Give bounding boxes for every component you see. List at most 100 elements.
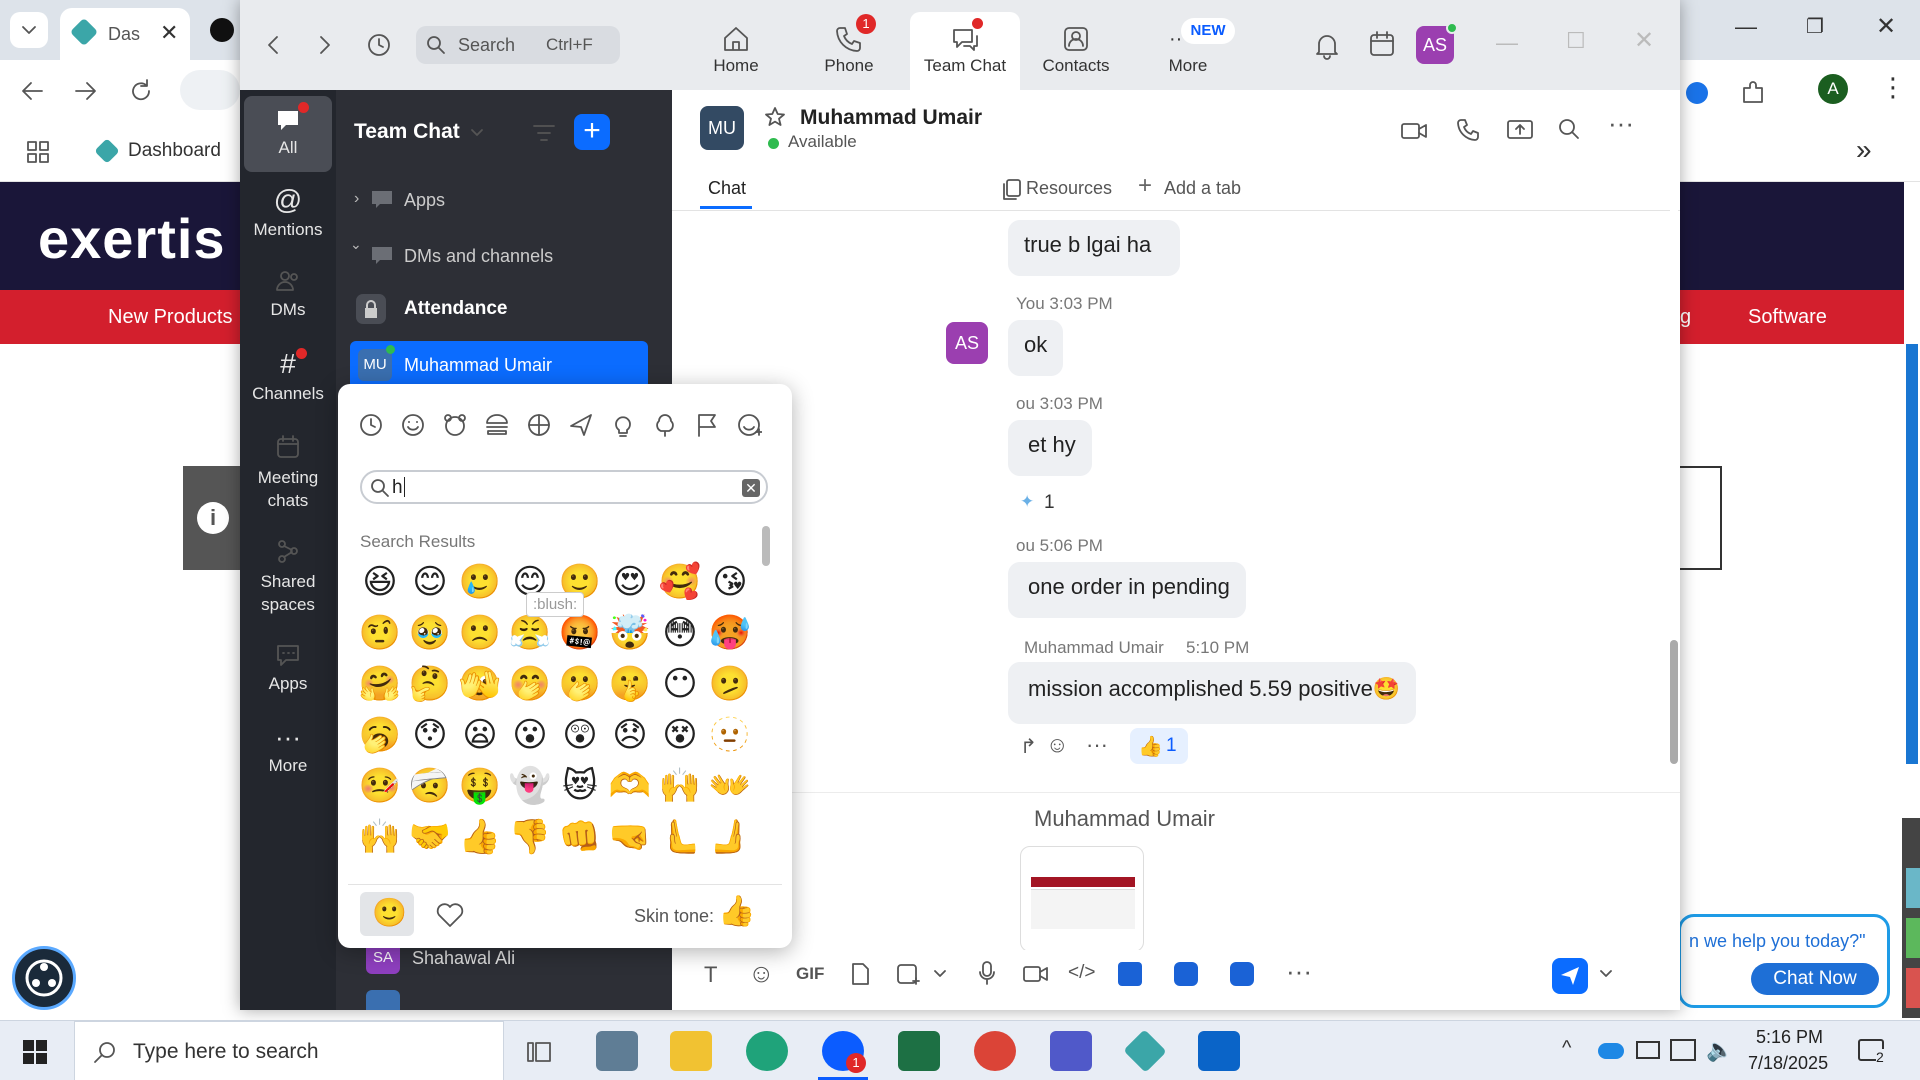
message-bubble-2[interactable]: ok [1008, 320, 1064, 376]
clock-time[interactable]: 5:16 PM [1756, 1027, 1823, 1048]
emoji-result[interactable]: 🫸 [708, 815, 752, 859]
chat-search-icon[interactable] [1558, 118, 1580, 140]
file-icon[interactable] [850, 962, 870, 986]
rail-mentions[interactable]: @ Mentions [240, 186, 336, 240]
channel-attendance[interactable]: Attendance [404, 298, 507, 320]
emoji-result[interactable]: 🤕 [408, 764, 452, 808]
activities-category-icon[interactable] [526, 412, 552, 438]
tab-resources[interactable]: Resources [1026, 178, 1112, 199]
profile-avatar[interactable]: A [1818, 74, 1848, 104]
emoji-result[interactable]: 🤒 [358, 764, 402, 808]
objects-category-icon[interactable] [610, 412, 636, 438]
emoji-tab-button[interactable]: 🙂 [360, 892, 414, 936]
forward-icon[interactable] [74, 80, 98, 102]
emoji-result[interactable]: 😶 [658, 662, 702, 706]
symbols-category-icon[interactable] [652, 412, 678, 438]
emoji-result[interactable]: 🙌 [358, 815, 402, 859]
history-icon[interactable] [366, 32, 392, 58]
battery-icon[interactable] [1636, 1041, 1660, 1059]
nav-software[interactable]: Software [1748, 306, 1827, 329]
video-message-icon[interactable] [1022, 964, 1050, 984]
rail-more[interactable]: ··· More [240, 724, 336, 776]
format-text-icon[interactable]: T [704, 962, 717, 988]
restore-browser-icon[interactable]: ❐ [1806, 14, 1824, 39]
tab-chat[interactable]: Chat [708, 178, 746, 199]
tray-chevron-icon[interactable]: ^ [1562, 1037, 1571, 1060]
app-notes-icon[interactable] [1230, 962, 1254, 986]
zoom-back-icon[interactable] [266, 34, 280, 56]
emoji-search-input[interactable]: h ✕ [360, 470, 768, 504]
minimize-browser-icon[interactable]: — [1735, 14, 1757, 40]
message-bubble-5[interactable]: mission accomplished 5.59 positive🤩 [1008, 662, 1417, 724]
calculator-app-icon[interactable] [596, 1031, 638, 1071]
rail-dms[interactable]: DMs [240, 268, 336, 320]
info-icon[interactable]: i [197, 502, 229, 534]
emoji-result[interactable]: 🫷 [658, 815, 702, 859]
tab-team-chat[interactable]: Team Chat [910, 12, 1020, 90]
emoji-scroll-thumb[interactable] [762, 526, 770, 566]
emoji-result[interactable]: 🤬 [558, 611, 602, 655]
task-view-icon[interactable] [526, 1039, 552, 1065]
tab-add-a-tab[interactable]: Add a tab [1164, 178, 1241, 199]
food-category-icon[interactable] [484, 412, 510, 438]
file-explorer-app-icon[interactable] [670, 1031, 712, 1071]
emoji-icon[interactable]: ☺ [748, 958, 775, 989]
message-bubble-4[interactable]: one order in pending [1008, 562, 1246, 618]
windows-start-icon[interactable] [22, 1039, 48, 1065]
emoji-result[interactable]: 🫢 [558, 662, 602, 706]
emoji-result[interactable]: 🤜 [608, 815, 652, 859]
chrome-app-icon[interactable] [974, 1031, 1016, 1071]
chat-now-button[interactable]: Chat Now [1751, 963, 1879, 995]
flags-category-icon[interactable] [694, 412, 720, 438]
emoji-result[interactable]: 🫶 [608, 764, 652, 808]
tab-phone[interactable]: 1 Phone [794, 12, 904, 90]
emoji-result[interactable]: 😲 [558, 713, 602, 757]
rail-apps[interactable]: Apps [240, 642, 336, 694]
message-more-icon[interactable]: ··· [1086, 732, 1108, 758]
page-scrollbar[interactable] [1904, 182, 1920, 290]
extensions-puzzle-icon[interactable] [1740, 80, 1766, 106]
close-icon[interactable]: ✕ [1634, 26, 1654, 55]
apps-section[interactable]: Apps [404, 190, 445, 211]
dms-channels-section[interactable]: DMs and channels [404, 246, 553, 267]
bookmark-dashboard[interactable]: Dashboard [128, 140, 221, 162]
app-tab-favicon-icon[interactable] [210, 18, 234, 42]
emoji-result[interactable]: 🙁 [458, 611, 502, 655]
reply-icon[interactable]: ↱ [1020, 734, 1037, 759]
travel-category-icon[interactable] [568, 412, 594, 438]
chat-more-icon[interactable]: ··· [1608, 108, 1634, 139]
team-chat-title[interactable]: Team Chat [354, 120, 460, 144]
notifications-center-icon[interactable]: 2 [1858, 1039, 1884, 1065]
emoji-result[interactable]: 😍 [608, 560, 652, 604]
browser-menu-icon[interactable]: ⋮ [1880, 72, 1906, 103]
dms-collapse-icon[interactable]: ⌄ [350, 236, 362, 253]
emoji-result[interactable]: 😻 [558, 764, 602, 808]
recent-clock-icon[interactable] [358, 412, 384, 438]
emoji-result[interactable]: 🫣 [458, 662, 502, 706]
app-docs-icon[interactable] [1118, 962, 1142, 986]
emoji-result[interactable]: 😳 [658, 611, 702, 655]
emoji-result[interactable]: 🤗 [358, 662, 402, 706]
close-tab-icon[interactable]: ✕ [160, 20, 178, 46]
zoom-search-box[interactable]: Search Ctrl+F [416, 26, 620, 64]
nav-new-products[interactable]: New Products [108, 306, 233, 329]
screenshot-icon[interactable] [896, 962, 922, 986]
animals-category-icon[interactable] [442, 412, 468, 438]
emoji-result[interactable]: 😤 [508, 611, 552, 655]
add-reaction-icon[interactable]: ☺ [1046, 732, 1068, 758]
emoji-result[interactable]: 😊 [408, 560, 452, 604]
apps-expand-icon[interactable]: › [354, 190, 359, 208]
emoji-result[interactable]: 🥵 [708, 611, 752, 655]
message-bubble-1[interactable]: true b lgai ha [1008, 220, 1180, 276]
microphone-icon[interactable] [978, 960, 996, 986]
reaction-count-3[interactable]: 1 [1044, 492, 1055, 514]
clear-search-icon[interactable]: ✕ [742, 479, 760, 497]
emoji-result[interactable]: 😮 [508, 713, 552, 757]
favorites-heart-icon[interactable] [436, 902, 464, 928]
custom-emoji-icon[interactable] [736, 412, 762, 438]
tab-contacts[interactable]: Contacts [1021, 12, 1131, 90]
emoji-result[interactable]: 🫤 [708, 662, 752, 706]
emoji-result[interactable]: 🙌 [658, 764, 702, 808]
message-bubble-3[interactable]: et hy [1008, 420, 1092, 476]
emoji-result[interactable]: 👐 [708, 764, 752, 808]
